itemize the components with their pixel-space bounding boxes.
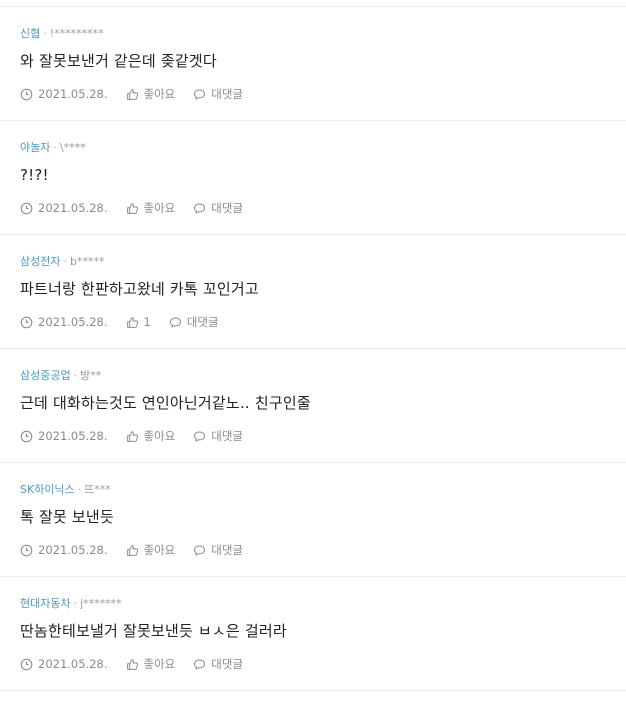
comment-meta: 현대자동차 · j******* <box>20 597 606 611</box>
comment-date: 2021.05.28. <box>38 87 108 101</box>
thumbs-up-icon <box>126 88 138 100</box>
comment-date: 2021.05.28. <box>38 315 108 329</box>
comment-meta: 삼성전자 · b***** <box>20 255 606 269</box>
comment-item: 현대자동차 · j******* 딴놈한테보낼거 잘못보낸듯 ㅂㅅ은 걸러라 202… <box>0 577 626 691</box>
comment-item: SK하이닉스 · 뜨*** 톡 잘못 보낸듯 2021.05.28. 좋아요 대댓글 <box>0 463 626 577</box>
comment-text: 근데 대화하는것도 연인아닌거같노.. 친구인줄 <box>20 394 311 412</box>
reply-button[interactable]: 대댓글 <box>193 200 243 216</box>
reply-label: 대댓글 <box>211 201 243 215</box>
reply-label: 대댓글 <box>211 657 243 671</box>
company-name[interactable]: 신협 <box>20 27 40 40</box>
speech-bubble-icon <box>194 203 206 214</box>
thumbs-up-icon <box>126 544 138 556</box>
company-name[interactable]: SK하이닉스 <box>20 483 75 496</box>
like-button[interactable]: 좋아요 <box>126 428 176 444</box>
comment-footer: 2021.05.28. 1 대댓글 <box>20 314 237 330</box>
reply-button[interactable]: 대댓글 <box>193 542 243 558</box>
speech-bubble-icon <box>194 431 206 442</box>
comment-footer: 2021.05.28. 좋아요 대댓글 <box>20 542 261 558</box>
clock-icon <box>20 430 33 442</box>
separator: · <box>53 141 57 154</box>
comment-footer: 2021.05.28. 좋아요 대댓글 <box>20 200 261 216</box>
date-item: 2021.05.28. <box>20 201 108 215</box>
date-item: 2021.05.28. <box>20 87 108 101</box>
thumbs-up-icon <box>126 316 138 328</box>
company-name[interactable]: 야놀자 <box>20 141 50 154</box>
comment-text: ?!?! <box>20 166 49 184</box>
separator: · <box>73 369 78 382</box>
comment-footer: 2021.05.28. 좋아요 대댓글 <box>20 656 261 672</box>
comment-meta: 삼성중공업 · 방** <box>20 369 606 383</box>
comment-date: 2021.05.28. <box>38 657 108 671</box>
reply-button[interactable]: 대댓글 <box>193 428 243 444</box>
comment-item: 삼성중공업 · 방** 근데 대화하는것도 연인아닌거같노.. 친구인줄 2021.… <box>0 349 626 463</box>
reply-label: 대댓글 <box>211 543 243 557</box>
comment-footer: 2021.05.28. 좋아요 대댓글 <box>20 86 261 102</box>
comment-date: 2021.05.28. <box>38 543 108 557</box>
like-label: 좋아요 <box>143 429 176 443</box>
like-label: 좋아요 <box>143 657 176 671</box>
reply-label: 대댓글 <box>211 87 243 101</box>
comment-item: 삼성전자 · b***** 파트너랑 한판하고왔네 카톡 꼬인거고 2021.05.… <box>0 235 626 349</box>
reply-button[interactable]: 대댓글 <box>169 314 219 330</box>
reply-label: 대댓글 <box>186 315 219 329</box>
like-label: 좋아요 <box>143 201 176 215</box>
like-button[interactable]: 좋아요 <box>126 86 176 102</box>
like-button[interactable]: 좋아요 <box>126 656 176 672</box>
company-name[interactable]: 삼성중공업 <box>20 369 71 382</box>
comment-meta: 신협 · !********* <box>20 27 606 41</box>
reply-button[interactable]: 대댓글 <box>193 656 243 672</box>
user-name: 방** <box>80 369 102 382</box>
like-label: 좋아요 <box>143 543 176 557</box>
reply-button[interactable]: 대댓글 <box>193 86 243 102</box>
speech-bubble-icon <box>169 317 181 328</box>
speech-bubble-icon <box>194 89 206 100</box>
like-count: 1 <box>143 315 151 329</box>
company-name[interactable]: 삼성전자 <box>20 255 60 268</box>
separator: · <box>63 255 67 268</box>
user-name: j******* <box>80 597 122 610</box>
speech-bubble-icon <box>194 659 206 670</box>
company-name[interactable]: 현대자동차 <box>20 597 71 610</box>
date-item: 2021.05.28. <box>20 543 108 557</box>
separator: · <box>43 27 47 40</box>
comment-text: 와 잘못보낸거 같은데 좆같겟다 <box>20 52 217 70</box>
user-name: \**** <box>59 141 86 154</box>
thumbs-up-icon <box>126 202 138 214</box>
comment-date: 2021.05.28. <box>38 429 108 443</box>
reply-label: 대댓글 <box>211 429 243 443</box>
thumbs-up-icon <box>126 658 138 670</box>
clock-icon <box>20 316 33 328</box>
date-item: 2021.05.28. <box>20 429 108 443</box>
like-button[interactable]: 좋아요 <box>126 200 176 216</box>
comment-list: 신협 · !********* 와 잘못보낸거 같은데 좆같겟다 2021.05.2… <box>0 6 626 691</box>
comment-item: 야놀자 · \**** ?!?! 2021.05.28. 좋아요 대댓글 <box>0 121 626 235</box>
date-item: 2021.05.28. <box>20 657 108 671</box>
clock-icon <box>20 88 33 100</box>
comment-text: 파트너랑 한판하고왔네 카톡 꼬인거고 <box>20 280 259 298</box>
like-label: 좋아요 <box>143 87 176 101</box>
comment-footer: 2021.05.28. 좋아요 대댓글 <box>20 428 261 444</box>
clock-icon <box>20 544 33 556</box>
date-item: 2021.05.28. <box>20 315 108 329</box>
speech-bubble-icon <box>194 545 206 556</box>
like-button[interactable]: 좋아요 <box>126 542 176 558</box>
comment-meta: SK하이닉스 · 뜨*** <box>20 483 606 497</box>
comment-text: 톡 잘못 보낸듯 <box>20 508 114 526</box>
like-button[interactable]: 1 <box>126 315 151 329</box>
user-name: !********* <box>49 27 104 40</box>
clock-icon <box>20 202 33 214</box>
separator: · <box>77 483 82 496</box>
separator: · <box>73 597 78 610</box>
comment-meta: 야놀자 · \**** <box>20 141 606 155</box>
thumbs-up-icon <box>126 430 138 442</box>
user-name: 뜨*** <box>84 483 111 496</box>
comment-text: 딴놈한테보낼거 잘못보낸듯 ㅂㅅ은 걸러라 <box>20 622 287 640</box>
user-name: b***** <box>69 255 105 268</box>
comment-date: 2021.05.28. <box>38 201 108 215</box>
clock-icon <box>20 658 33 670</box>
comment-item: 신협 · !********* 와 잘못보낸거 같은데 좆같겟다 2021.05.2… <box>0 7 626 121</box>
